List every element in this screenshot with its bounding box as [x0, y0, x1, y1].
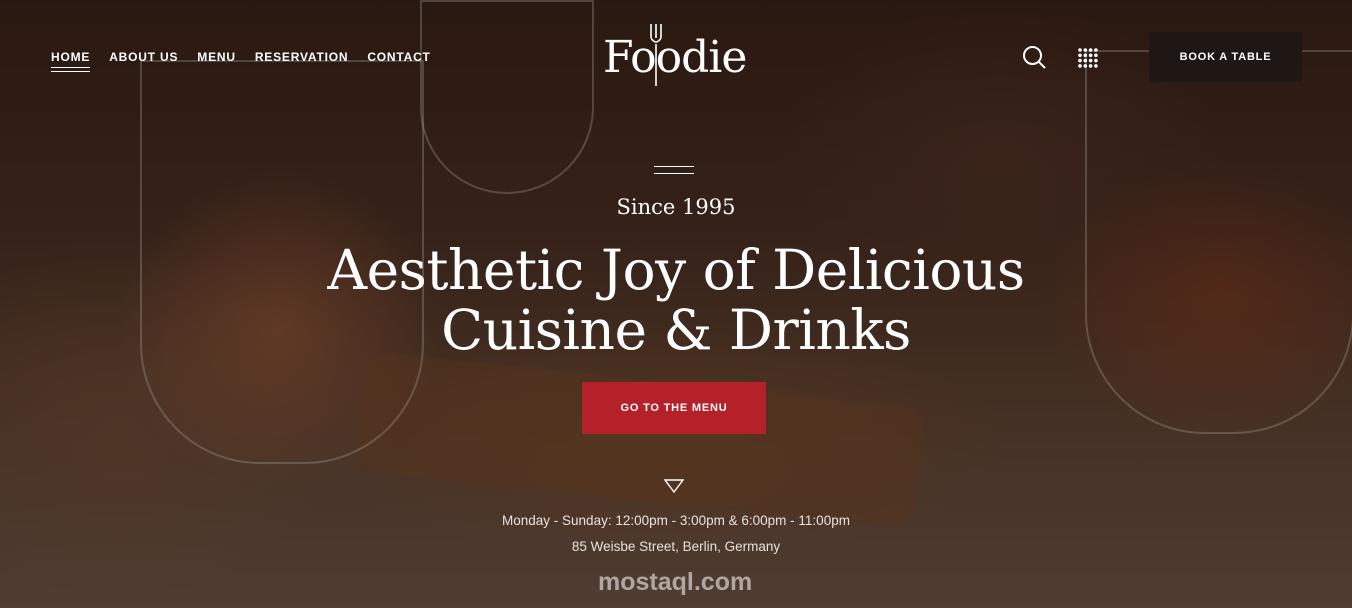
- address: 85 Weisbe Street, Berlin, Germany: [571, 539, 781, 554]
- hero-since-text: Since 1995: [616, 195, 736, 219]
- site-logo[interactable]: Foodie: [603, 32, 747, 83]
- go-to-menu-button[interactable]: GO TO THE MENU: [582, 382, 766, 434]
- nav-menu[interactable]: MENU: [197, 50, 236, 64]
- grid-menu-icon[interactable]: [1077, 47, 1099, 69]
- book-a-table-button[interactable]: BOOK A TABLE: [1149, 32, 1302, 82]
- hero-headline-line1: Aesthetic Joy of Delicious: [327, 238, 1025, 302]
- hero-headline-line2: Cuisine & Drinks: [441, 298, 911, 362]
- nav-about-us[interactable]: ABOUT US: [109, 50, 178, 64]
- nav-contact[interactable]: CONTACT: [367, 50, 430, 64]
- watermark: mostaql.com: [598, 568, 753, 596]
- nav-reservation[interactable]: RESERVATION: [255, 50, 348, 64]
- scroll-down-triangle-icon[interactable]: [664, 479, 684, 493]
- search-icon[interactable]: [1022, 45, 1046, 69]
- hero-headline: Aesthetic Joy of Delicious Cuisine & Dri…: [0, 240, 1352, 360]
- main-nav: HOME ABOUT US MENU RESERVATION CONTACT: [51, 50, 431, 72]
- nav-home[interactable]: HOME: [51, 50, 91, 72]
- opening-hours: Monday - Sunday: 12:00pm - 3:00pm & 6:00…: [502, 513, 850, 528]
- fork-icon: [650, 24, 662, 86]
- decorative-divider: [654, 166, 694, 174]
